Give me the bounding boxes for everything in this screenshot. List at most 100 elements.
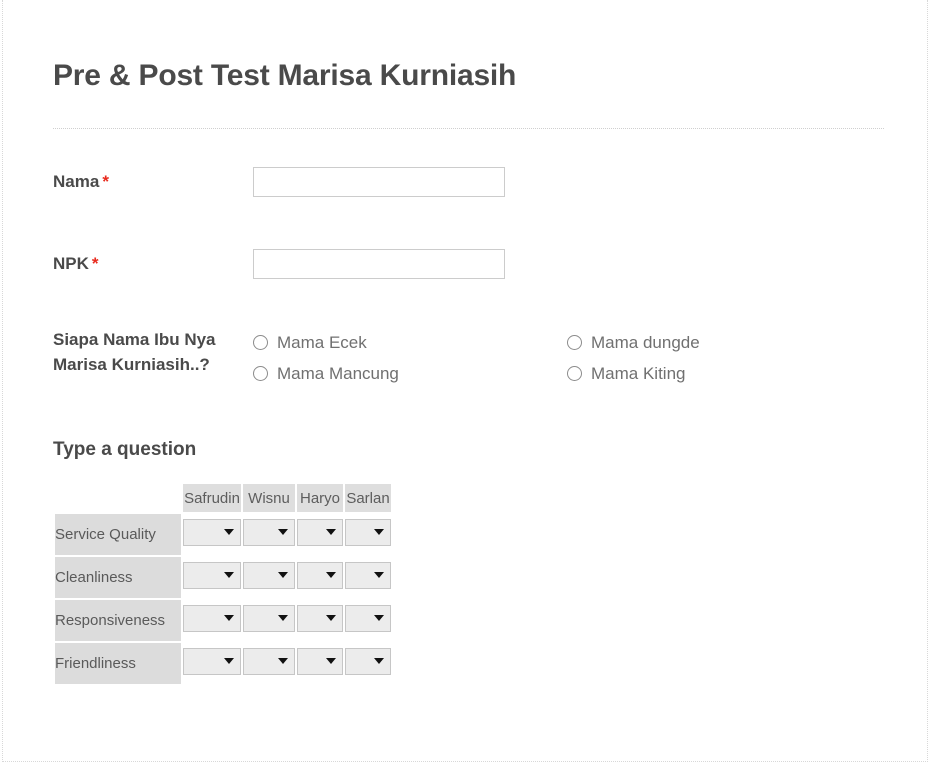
radio-option-label: Mama Ecek [277,332,367,352]
radio-circle-icon[interactable] [567,366,582,381]
radio-circle-icon[interactable] [253,335,268,350]
radio-option-label: Mama dungde [591,332,700,352]
page-frame: Pre & Post Test Marisa Kurniasih Nama * N… [2,0,928,762]
chevron-down-icon [278,572,288,578]
field-row-npk: NPK * [53,249,885,279]
control-ibu-question: Mama Ecek Mama Mancung Mama dungde Mama … [253,327,885,389]
matrix-cell [345,600,391,641]
matrix-corner-cell [55,484,181,512]
matrix-cell [183,557,241,598]
label-ibu-question: Siapa Nama Ibu Nya Marisa Kurniasih..? [53,330,216,374]
matrix-select-cleanliness-wisnu[interactable] [243,561,295,589]
table-row: Responsiveness [55,600,391,641]
matrix-row-label-responsiveness: Responsiveness [55,600,181,641]
table-row: Service Quality [55,514,391,555]
chevron-down-icon [326,572,336,578]
chevron-down-icon [374,529,384,535]
title-divider [53,128,884,129]
matrix-row-label-cleanliness: Cleanliness [55,557,181,598]
field-row-nama: Nama * [53,167,885,197]
matrix-select-cleanliness-safrudin[interactable] [183,561,241,589]
chevron-down-icon [326,658,336,664]
label-npk: NPK * [53,249,253,276]
matrix-select-responsiveness-sarlan[interactable] [345,604,391,632]
radio-circle-icon[interactable] [253,366,268,381]
matrix-select-service-quality-sarlan[interactable] [345,518,391,546]
chevron-down-icon [224,572,234,578]
matrix-select-responsiveness-haryo[interactable] [297,604,343,632]
radio-option-mama-dungde[interactable]: Mama dungde [567,327,881,358]
matrix-select-friendliness-safrudin[interactable] [183,647,241,675]
required-asterisk-nama: * [102,172,109,191]
matrix-cell [243,643,295,684]
matrix-cell [345,643,391,684]
matrix-cell [243,557,295,598]
chevron-down-icon [278,658,288,664]
radio-option-label: Mama Kiting [591,363,686,383]
matrix-cell [243,514,295,555]
table-row: Cleanliness [55,557,391,598]
label-nama: Nama * [53,167,253,194]
matrix-cell [183,643,241,684]
form-container: Pre & Post Test Marisa Kurniasih Nama * N… [53,0,885,686]
chevron-down-icon [278,615,288,621]
chevron-down-icon [374,615,384,621]
radio-option-mama-mancung[interactable]: Mama Mancung [253,358,567,389]
matrix-select-service-quality-wisnu[interactable] [243,518,295,546]
matrix-column-header-safrudin: Safrudin [183,484,241,512]
matrix-cell [243,600,295,641]
chevron-down-icon [374,572,384,578]
matrix-select-cleanliness-sarlan[interactable] [345,561,391,589]
matrix-select-cleanliness-haryo[interactable] [297,561,343,589]
chevron-down-icon [224,615,234,621]
matrix-cell [297,514,343,555]
matrix-cell [297,557,343,598]
page-title: Pre & Post Test Marisa Kurniasih [53,59,517,92]
matrix-cell [297,600,343,641]
radio-circle-icon[interactable] [567,335,582,350]
matrix-table-body: Service Quality Cleanliness Responsivene… [55,514,391,684]
radio-option-mama-ecek[interactable]: Mama Ecek [253,327,567,358]
matrix-question-block: Type a question Safrudin Wisnu Haryo Sar… [53,439,885,686]
matrix-cell [183,514,241,555]
chevron-down-icon [224,658,234,664]
field-row-ibu-question: Siapa Nama Ibu Nya Marisa Kurniasih..? M… [53,327,885,389]
npk-input[interactable] [253,249,505,279]
chevron-down-icon [224,529,234,535]
nama-input[interactable] [253,167,505,197]
matrix-cell [345,514,391,555]
matrix-select-friendliness-sarlan[interactable] [345,647,391,675]
chevron-down-icon [326,615,336,621]
matrix-table-head: Safrudin Wisnu Haryo Sarlan [55,484,391,512]
matrix-select-responsiveness-safrudin[interactable] [183,604,241,632]
control-nama [253,167,885,197]
matrix-table: Safrudin Wisnu Haryo Sarlan Service Qual… [53,482,393,686]
matrix-select-service-quality-safrudin[interactable] [183,518,241,546]
label-nama-text: Nama [53,172,100,191]
table-row: Friendliness [55,643,391,684]
matrix-column-header-haryo: Haryo [297,484,343,512]
matrix-cell [183,600,241,641]
matrix-row-label-friendliness: Friendliness [55,643,181,684]
matrix-question-heading: Type a question [53,439,197,460]
label-npk-text: NPK [53,254,89,273]
matrix-column-header-sarlan: Sarlan [345,484,391,512]
radio-option-label: Mama Mancung [277,363,399,383]
matrix-column-header-wisnu: Wisnu [243,484,295,512]
matrix-select-friendliness-wisnu[interactable] [243,647,295,675]
matrix-select-responsiveness-wisnu[interactable] [243,604,295,632]
radio-group: Mama Ecek Mama Mancung Mama dungde Mama … [253,327,885,389]
chevron-down-icon [326,529,336,535]
matrix-header-row: Safrudin Wisnu Haryo Sarlan [55,484,391,512]
chevron-down-icon [374,658,384,664]
radio-column-2: Mama dungde Mama Kiting [567,327,881,389]
matrix-select-friendliness-haryo[interactable] [297,647,343,675]
chevron-down-icon [278,529,288,535]
matrix-row-label-service-quality: Service Quality [55,514,181,555]
radio-option-mama-kiting[interactable]: Mama Kiting [567,358,881,389]
matrix-select-service-quality-haryo[interactable] [297,518,343,546]
matrix-cell [297,643,343,684]
control-npk [253,249,885,279]
radio-column-1: Mama Ecek Mama Mancung [253,327,567,389]
matrix-cell [345,557,391,598]
